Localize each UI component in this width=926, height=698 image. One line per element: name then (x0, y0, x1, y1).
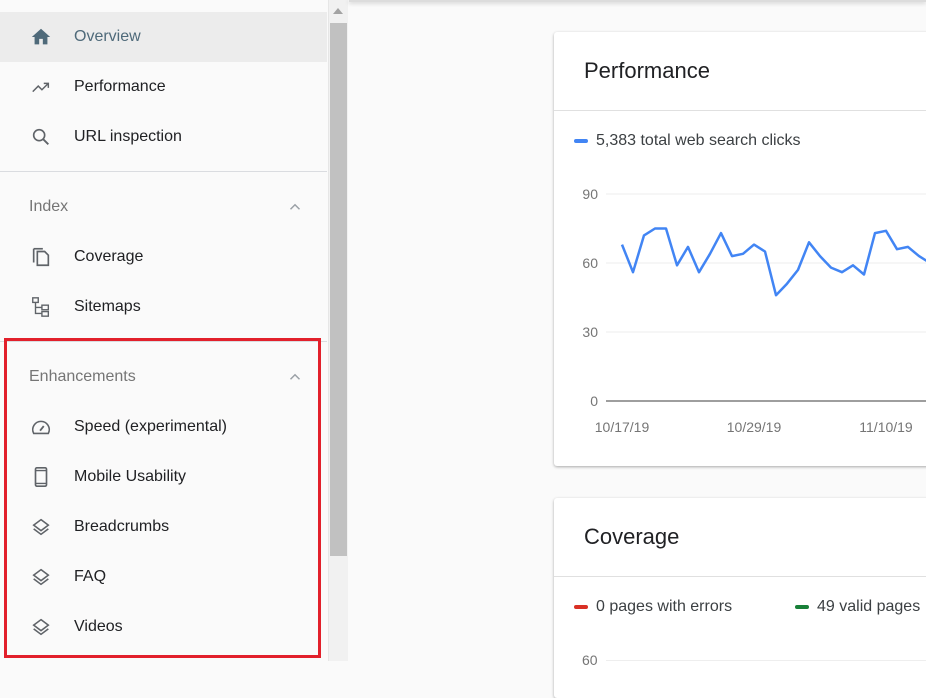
y-tick-label: 90 (582, 186, 598, 202)
legend-valid: 49 valid pages (795, 598, 920, 616)
sidebar-divider (0, 341, 327, 342)
sidebar-divider (0, 171, 327, 172)
sidebar-item-speed[interactable]: Speed (experimental) (0, 402, 327, 452)
layers-icon (29, 515, 53, 539)
legend-swatch-errors (574, 605, 588, 609)
sidebar-item-label: Overview (74, 28, 141, 46)
sidebar-item-label: Breadcrumbs (74, 518, 169, 536)
section-header-index[interactable]: Index (0, 182, 327, 232)
speedometer-icon (29, 415, 53, 439)
sidebar-item-sitemaps[interactable]: Sitemaps (0, 282, 327, 332)
sidebar-item-label: Videos (74, 618, 123, 636)
card-title: Performance (584, 58, 710, 84)
card-divider (554, 576, 926, 577)
sidebar-scrollbar[interactable] (328, 0, 348, 661)
x-tick-label: 10/29/19 (727, 419, 782, 435)
chevron-up-icon (286, 368, 304, 386)
sidebar-item-faq[interactable]: FAQ (0, 552, 327, 602)
legend-label: 5,383 total web search clicks (596, 132, 801, 150)
sidebar-item-label: Sitemaps (74, 298, 141, 316)
series-line-clicks (622, 229, 926, 296)
y-tick-label: 60 (582, 255, 598, 271)
sitemap-icon (29, 295, 53, 319)
trending-up-icon (29, 75, 53, 99)
sidebar-item-overview[interactable]: Overview (0, 12, 327, 62)
coverage-card[interactable]: Coverage 0 pages with errors 49 valid pa… (554, 498, 926, 698)
sidebar-item-url-inspection[interactable]: URL inspection (0, 112, 327, 162)
smartphone-icon (29, 465, 53, 489)
chart-legend: 5,383 total web search clicks (574, 132, 801, 150)
legend-swatch (574, 139, 588, 143)
layers-icon (29, 565, 53, 589)
performance-line-chart: 0 30 60 90 10/17/19 10/29/19 11/10/19 (554, 172, 926, 472)
section-label: Index (29, 198, 68, 216)
sidebar-nav: Overview Performance URL inspection Inde… (0, 0, 327, 661)
sidebar-item-videos[interactable]: Videos (0, 602, 327, 652)
section-header-enhancements[interactable]: Enhancements (0, 352, 327, 402)
sidebar-item-label: Speed (experimental) (74, 418, 227, 436)
x-tick-label: 11/10/19 (859, 419, 913, 435)
performance-card[interactable]: Performance 5,383 total web search click… (554, 32, 926, 466)
sidebar-item-coverage[interactable]: Coverage (0, 232, 327, 282)
chevron-up-icon (286, 198, 304, 216)
legend-errors: 0 pages with errors (574, 598, 732, 616)
x-tick-label: 10/17/19 (595, 419, 650, 435)
sidebar-item-label: URL inspection (74, 128, 182, 146)
section-label: Enhancements (29, 368, 136, 386)
y-tick-label: 0 (590, 393, 598, 409)
card-title: Coverage (584, 524, 679, 550)
legend-label: 0 pages with errors (596, 598, 732, 616)
sidebar-item-breadcrumbs[interactable]: Breadcrumbs (0, 502, 327, 552)
sidebar-item-label: Performance (74, 78, 166, 96)
y-tick-label: 60 (582, 652, 598, 668)
sidebar-item-label: Coverage (74, 248, 143, 266)
scroll-up-arrow-icon[interactable] (333, 8, 343, 14)
sidebar-item-label: Mobile Usability (74, 468, 186, 486)
sidebar-item-performance[interactable]: Performance (0, 62, 327, 112)
sidebar-item-mobile-usability[interactable]: Mobile Usability (0, 452, 327, 502)
copy-pages-icon (29, 245, 53, 269)
header-shadow (349, 0, 926, 2)
search-icon (29, 125, 53, 149)
card-divider (554, 110, 926, 111)
legend-swatch-valid (795, 605, 809, 609)
sidebar-item-label: FAQ (74, 568, 106, 586)
legend-label: 49 valid pages (817, 598, 920, 616)
scrollbar-thumb[interactable] (330, 23, 347, 556)
y-tick-label: 30 (582, 324, 598, 340)
home-icon (29, 25, 53, 49)
layers-icon (29, 615, 53, 639)
